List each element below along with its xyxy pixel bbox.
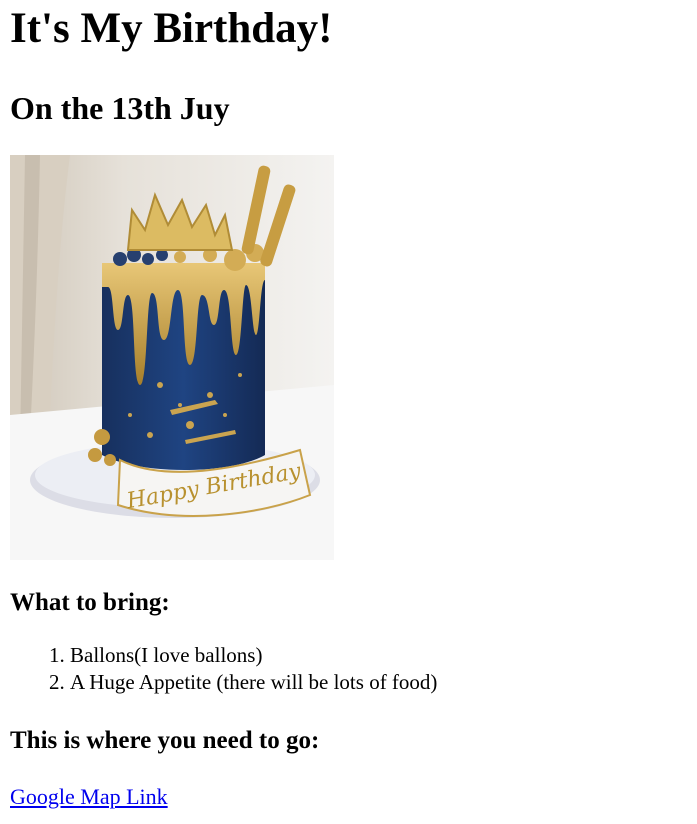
- bring-list: Ballons(I love ballons) A Huge Appetite …: [10, 642, 687, 696]
- google-map-link[interactable]: Google Map Link: [10, 784, 168, 810]
- list-item: Ballons(I love ballons): [70, 642, 687, 669]
- location-heading: This is where you need to go:: [10, 727, 320, 754]
- list-item: A Huge Appetite (there will be lots of f…: [70, 669, 687, 696]
- birthday-cake-image: Happy Birthday: [10, 155, 334, 560]
- bring-heading: What to bring:: [10, 589, 170, 616]
- date-heading: On the 13th Juy: [10, 90, 230, 126]
- page-title: It's My Birthday!: [10, 5, 333, 52]
- page: It's My Birthday! On the 13th Juy Happy …: [0, 0, 697, 810]
